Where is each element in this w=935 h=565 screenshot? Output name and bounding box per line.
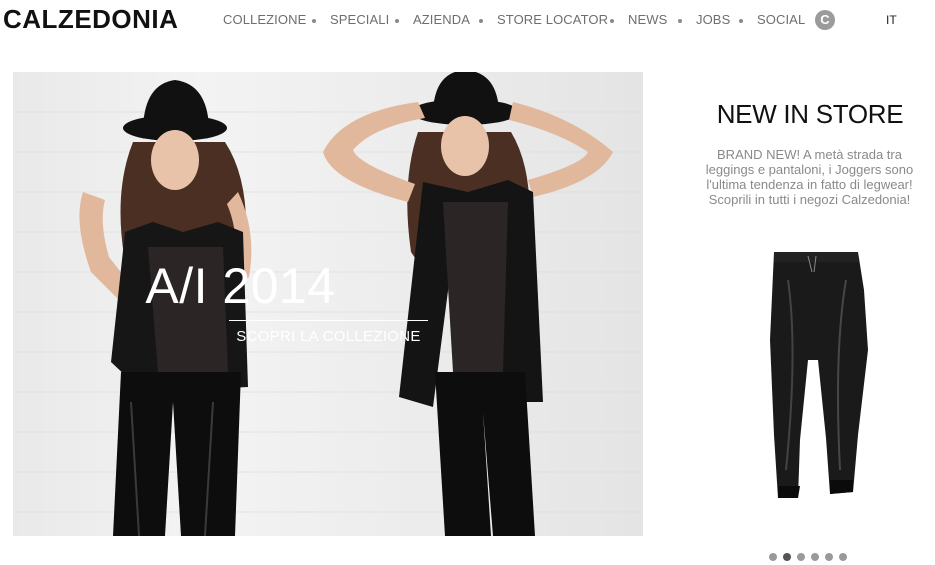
nav-separator (678, 19, 682, 23)
nav-jobs[interactable]: JOBS (696, 11, 730, 29)
nav-separator (739, 19, 743, 23)
discover-collection-link[interactable]: SCOPRI LA COLLEZIONE (229, 327, 428, 347)
nav-social[interactable]: SOCIAL (757, 11, 805, 29)
carousel-dot[interactable] (811, 553, 819, 561)
hero-title: A/I 2014 (145, 258, 336, 314)
jogger-pants-image[interactable] (708, 240, 908, 510)
hero-divider (229, 320, 428, 321)
nav-separator (610, 19, 614, 23)
nav-news[interactable]: NEWS (628, 11, 667, 29)
calzedonia-logo[interactable]: CALZEDONIA (3, 5, 178, 33)
nav-collezione[interactable]: COLLEZIONE (223, 11, 306, 29)
nav-separator (312, 19, 316, 23)
promo-title: NEW IN STORE (716, 99, 904, 129)
nav-store-locator[interactable]: STORE LOCATOR (497, 11, 608, 29)
carousel-dot[interactable] (839, 553, 847, 561)
carousel-dot[interactable] (769, 553, 777, 561)
carousel-dot[interactable] (797, 553, 805, 561)
nav-separator (395, 19, 399, 23)
nav-speciali[interactable]: SPECIALI (330, 11, 389, 29)
c-social-icon[interactable]: C (815, 10, 835, 30)
carousel-dot[interactable] (825, 553, 833, 561)
nav-azienda[interactable]: AZIENDA (413, 11, 470, 29)
carousel-dot[interactable] (783, 553, 791, 561)
promo-text: BRAND NEW! A metà strada tra leggings e … (705, 147, 914, 207)
hero-banner[interactable]: A/I 2014 SCOPRI LA COLLEZIONE (13, 72, 643, 536)
language-selector[interactable]: IT (886, 11, 897, 29)
nav-separator (479, 19, 483, 23)
